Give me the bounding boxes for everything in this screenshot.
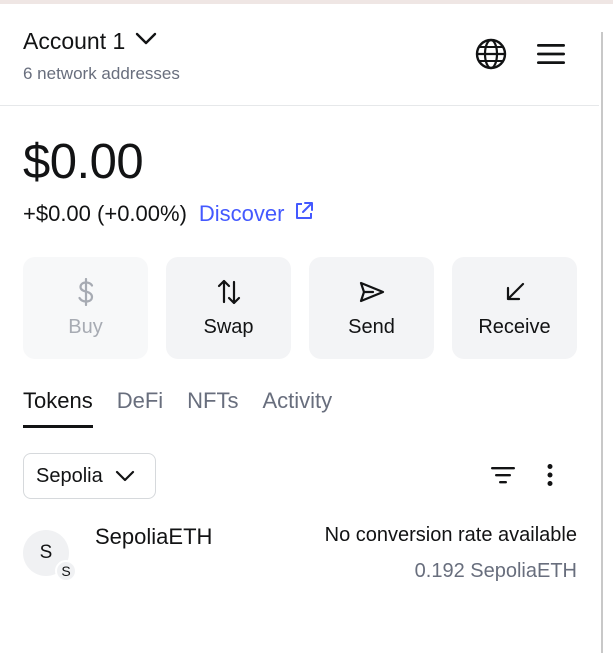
filter-lines-icon (490, 465, 516, 490)
token-fiat-value: No conversion rate available (324, 524, 577, 546)
token-name: SepoliaETH (95, 524, 213, 549)
swap-arrows-icon (217, 278, 241, 306)
tab-activity[interactable]: Activity (263, 388, 333, 428)
account-selector-button[interactable]: Account 1 (23, 28, 157, 55)
chevron-down-icon (135, 32, 157, 51)
send-icon (359, 278, 385, 306)
tab-nfts[interactable]: NFTs (187, 388, 238, 428)
token-amount: 0.192 SepoliaETH (414, 560, 577, 582)
globe-icon (475, 38, 507, 75)
hamburger-menu-icon (536, 43, 566, 70)
asset-tabs: Tokens DeFi NFTs Activity (23, 388, 332, 428)
swap-button[interactable]: Swap (166, 257, 291, 359)
account-name: Account 1 (23, 28, 126, 54)
network-addresses-link[interactable]: 6 network addresses (23, 64, 180, 84)
dollar-icon (77, 277, 95, 306)
total-balance: $0.00 (23, 135, 144, 189)
external-link-icon (294, 201, 314, 227)
network-filter-value: Sepolia (36, 464, 103, 487)
receive-label: Receive (478, 315, 551, 338)
network-badge: S (55, 560, 77, 582)
chevron-down-icon (115, 465, 135, 488)
network-filter-select[interactable]: Sepolia (23, 453, 156, 499)
tab-defi[interactable]: DeFi (117, 388, 163, 428)
token-list-item[interactable]: S S SepoliaETH No conversion rate availa… (23, 518, 577, 588)
vertical-dots-icon (546, 463, 554, 492)
send-label: Send (348, 315, 395, 338)
balance-change-row: +$0.00 (+0.00%) Discover (23, 201, 314, 227)
more-options-button[interactable] (536, 462, 564, 492)
buy-label: Buy (68, 315, 103, 338)
discover-label: Discover (198, 201, 285, 226)
buy-button[interactable]: Buy (23, 257, 148, 359)
swap-label: Swap (203, 315, 254, 338)
receive-button[interactable]: Receive (452, 257, 577, 359)
scrollbar-track[interactable] (601, 32, 613, 653)
globe-button[interactable] (473, 38, 509, 74)
send-button[interactable]: Send (309, 257, 434, 359)
menu-button[interactable] (533, 38, 569, 74)
tab-tokens[interactable]: Tokens (23, 388, 93, 428)
header: Account 1 6 network addresses (0, 4, 599, 106)
balance-change: +$0.00 (+0.00%) (23, 201, 187, 226)
action-buttons: Buy Swap Send Receive (23, 257, 577, 359)
discover-link[interactable]: Discover (199, 201, 315, 227)
sort-filter-button[interactable] (487, 462, 519, 492)
receive-arrow-icon (504, 278, 526, 306)
